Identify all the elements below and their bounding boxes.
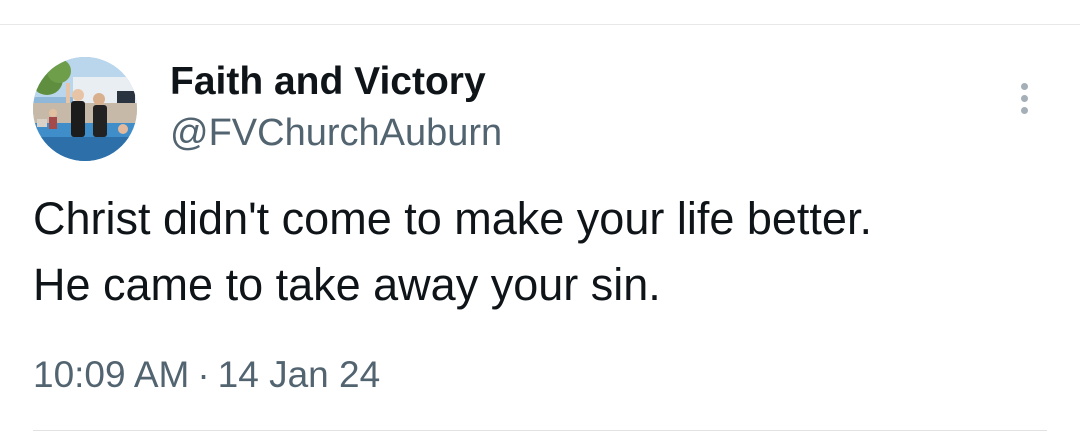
tweet-text-line: He came to take away your sin. [33,259,661,310]
author-display-name[interactable]: Faith and Victory [170,58,486,106]
tweet-time: 10:09 AM [33,354,190,395]
tweet-date: 14 Jan 24 [217,354,381,395]
top-divider [0,24,1080,25]
meta-separator: · [197,354,210,395]
tweet-detail-view: Faith and Victory @FVChurchAuburn Christ… [0,0,1080,440]
avatar-photo-icon [33,57,137,161]
bottom-divider [33,430,1047,431]
tweet-timestamp[interactable]: 10:09 AM · 14 Jan 24 [33,350,380,400]
tweet-text: Christ didn't come to make your life bet… [33,186,1043,318]
avatar[interactable] [33,57,137,161]
author-handle[interactable]: @FVChurchAuburn [170,110,502,156]
tweet-text-line: Christ didn't come to make your life bet… [33,193,872,244]
more-options-button[interactable] [1005,76,1045,122]
